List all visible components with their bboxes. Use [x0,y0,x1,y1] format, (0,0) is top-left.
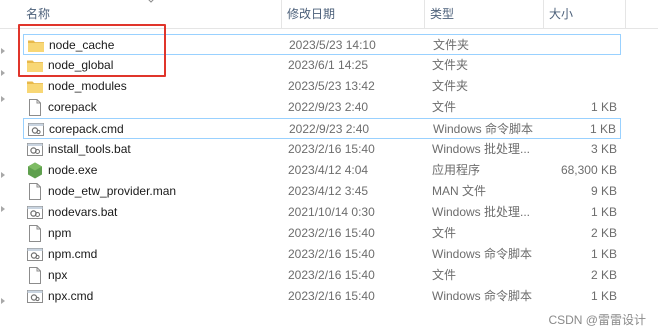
file-date: 2023/5/23 13:42 [288,79,375,93]
column-header-date[interactable]: 修改日期 [283,0,425,28]
file-date: 2023/4/12 3:45 [288,184,369,198]
file-name: node.exe [48,163,98,177]
file-row[interactable]: npm 2023/2/16 15:40 文件 2 KB [23,223,621,244]
file-type: Windows 命令脚本 [432,289,533,303]
cmd-script-icon [27,121,45,138]
cmd-script-icon [26,288,44,305]
file-size: 1 KB [590,289,617,303]
file-size: 2 KB [590,226,617,240]
file-name: corepack.cmd [49,122,124,136]
file-row[interactable]: corepack.cmd 2022/9/23 2:40 Windows 命令脚本 1 … [23,118,621,139]
file-type: Windows 命令脚本 [433,122,534,136]
file-type: Windows 命令脚本 [432,247,533,261]
file-type: 文件夹 [432,79,469,93]
file-type: Windows 批处理... [432,142,531,156]
file-type: 文件 [432,100,457,114]
column-header-size[interactable]: 大小 [545,0,625,28]
file-row[interactable]: nodevars.bat 2021/10/14 0:30 Windows 批处理..… [23,202,621,223]
file-type: 文件 [432,268,457,282]
expand-arrow-icon[interactable] [1,172,5,178]
file-row[interactable]: node_modules 2023/5/23 13:42 文件夹 [23,76,621,97]
file-name: npx [48,268,68,282]
cmd-script-icon [26,246,44,263]
file-size: 2 KB [590,268,617,282]
column-header-type[interactable]: 类型 [426,0,544,28]
file-date: 2023/4/12 4:04 [288,163,369,177]
file-type: 文件夹 [432,58,469,72]
expand-arrow-icon[interactable] [1,70,5,76]
file-size: 3 KB [590,142,617,156]
batch-file-icon [26,141,44,158]
annotation-highlight-box [18,24,166,77]
file-size: 9 KB [590,184,617,198]
file-row[interactable]: node_etw_provider.man 2023/4/12 3:45 MAN 文… [23,181,621,202]
file-name: npm.cmd [48,247,98,261]
file-name: node_etw_provider.man [48,184,177,198]
expand-arrow-icon[interactable] [1,206,5,212]
file-size: 1 KB [589,122,616,136]
column-divider[interactable] [543,0,544,28]
file-size: 68,300 KB [560,163,617,177]
column-divider[interactable] [281,0,282,28]
file-name: install_tools.bat [48,142,131,156]
file-type: 应用程序 [432,163,481,177]
file-date: 2021/10/14 0:30 [288,205,375,219]
file-date: 2023/2/16 15:40 [288,247,375,261]
batch-file-icon [26,204,44,221]
file-size: 1 KB [590,205,617,219]
file-size: 1 KB [590,100,617,114]
file-type: 文件夹 [433,38,470,52]
file-type: 文件 [432,226,457,240]
column-divider[interactable] [424,0,425,28]
file-date: 2023/2/16 15:40 [288,226,375,240]
file-name: nodevars.bat [48,205,118,219]
file-type: MAN 文件 [432,184,487,198]
expand-arrow-icon[interactable] [1,298,5,304]
expand-arrow-icon[interactable] [1,48,5,54]
column-divider[interactable] [625,0,626,28]
file-row[interactable]: node.exe 2023/4/12 4:04 应用程序 68,300 KB [23,160,621,181]
file-icon [26,183,44,200]
file-row[interactable]: npx.cmd 2023/2/16 15:40 Windows 命令脚本 1 KB [23,286,621,307]
node-exe-icon [26,162,44,179]
file-row[interactable]: corepack 2022/9/23 2:40 文件 1 KB [23,97,621,118]
file-row[interactable]: npm.cmd 2023/2/16 15:40 Windows 命令脚本 1 KB [23,244,621,265]
file-icon [26,267,44,284]
watermark: CSDN @雷雷设计 [548,313,646,327]
folder-icon [26,78,44,95]
file-date: 2023/2/16 15:40 [288,289,375,303]
file-name: npm [48,226,72,240]
file-name: node_modules [48,79,127,93]
file-name: corepack [48,100,97,114]
navigation-pane-edge [0,0,10,334]
file-date: 2023/2/16 15:40 [288,142,375,156]
file-row[interactable]: npx 2023/2/16 15:40 文件 2 KB [23,265,621,286]
file-date: 2023/5/23 14:10 [289,38,376,52]
file-date: 2022/9/23 2:40 [289,122,370,136]
file-date: 2023/2/16 15:40 [288,268,375,282]
file-icon [26,225,44,242]
file-icon [26,99,44,116]
expand-arrow-icon[interactable] [1,96,5,102]
file-name: npx.cmd [48,289,94,303]
file-type: Windows 批处理... [432,205,531,219]
file-date: 2022/9/23 2:40 [288,100,369,114]
file-size: 1 KB [590,247,617,261]
file-row[interactable]: install_tools.bat 2023/2/16 15:40 Windows … [23,139,621,160]
file-date: 2023/6/1 14:25 [288,58,369,72]
